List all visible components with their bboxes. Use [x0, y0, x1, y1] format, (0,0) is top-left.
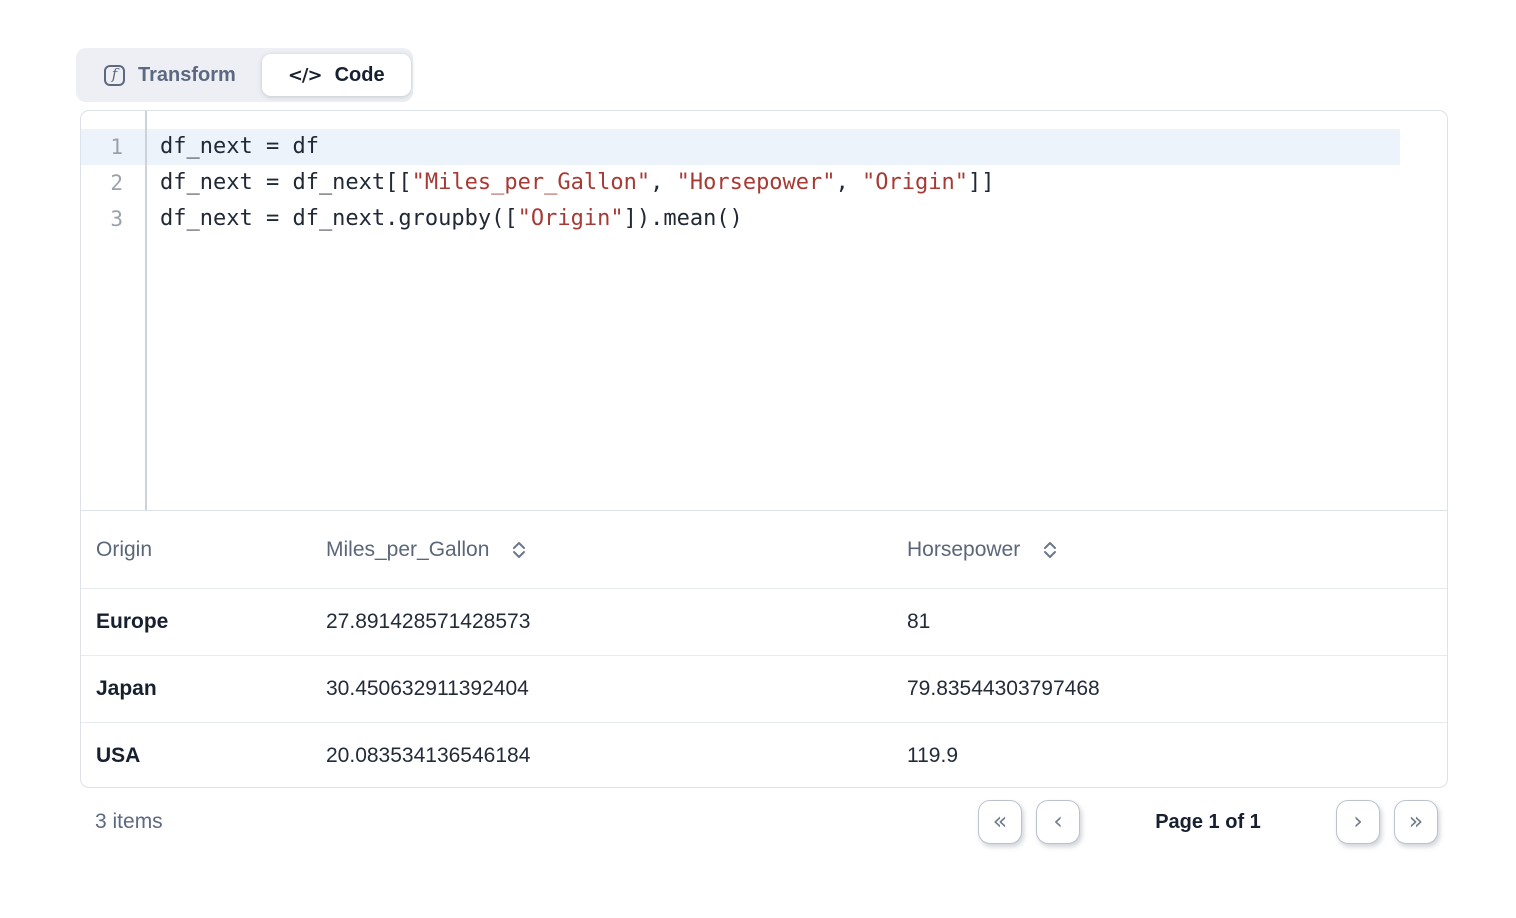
code-line[interactable]: 3df_next = df_next.groupby(["Origin"]).m…	[81, 201, 1447, 237]
chevron-left-icon: ‹	[1053, 809, 1063, 833]
line-number: 1	[81, 129, 145, 165]
function-icon: f	[104, 65, 125, 86]
value-cell: 81	[907, 610, 1447, 634]
sort-icon[interactable]	[1042, 541, 1058, 559]
column-header-origin[interactable]: Origin	[81, 538, 326, 562]
sort-icon[interactable]	[511, 541, 527, 559]
prev-page-button[interactable]: ‹	[1036, 800, 1080, 844]
value-cell: 27.891428571428573	[326, 610, 907, 634]
code-line[interactable]: 2df_next = df_next[["Miles_per_Gallon", …	[81, 165, 1447, 201]
double-chevron-right-icon: »	[1409, 809, 1424, 833]
row-index-cell: Japan	[81, 677, 326, 701]
pagination: « ‹ Page 1 of 1 › »	[978, 800, 1438, 844]
tab-transform-label: Transform	[138, 64, 236, 87]
line-number: 2	[81, 165, 145, 201]
value-cell: 79.83544303797468	[907, 677, 1447, 701]
column-header-miles-per-gallon[interactable]: Miles_per_Gallon	[326, 538, 907, 562]
page-indicator: Page 1 of 1	[1094, 811, 1322, 834]
column-header-label: Horsepower	[907, 538, 1020, 562]
table-footer: 3 items « ‹ Page 1 of 1 › »	[80, 800, 1448, 844]
column-header-horsepower[interactable]: Horsepower	[907, 538, 1447, 562]
view-mode-tabbar: f Transform </> Code	[76, 48, 413, 102]
code-text: df_next = df_next.groupby(["Origin"]).me…	[145, 201, 743, 237]
table-row[interactable]: Japan30.45063291139240479.83544303797468	[81, 655, 1447, 722]
chevron-right-icon: ›	[1353, 809, 1363, 833]
line-number: 3	[81, 201, 145, 237]
tab-code-label: Code	[335, 64, 385, 87]
transform-panel: 1df_next = df2df_next = df_next[["Miles_…	[80, 110, 1448, 788]
row-index-cell: Europe	[81, 610, 326, 634]
code-line[interactable]: 1df_next = df	[81, 129, 1400, 165]
value-cell: 119.9	[907, 744, 1447, 768]
code-text: df_next = df	[145, 129, 319, 165]
column-header-label: Origin	[96, 538, 152, 562]
column-header-label: Miles_per_Gallon	[326, 538, 489, 562]
table-header-row: Origin Miles_per_Gallon Horsepower	[81, 511, 1447, 588]
last-page-button[interactable]: »	[1394, 800, 1438, 844]
tab-code[interactable]: </> Code	[262, 54, 411, 96]
code-text: df_next = df_next[["Miles_per_Gallon", "…	[145, 165, 995, 201]
value-cell: 30.450632911392404	[326, 677, 907, 701]
code-icon: </>	[288, 65, 322, 86]
items-count: 3 items	[95, 810, 163, 834]
first-page-button[interactable]: «	[978, 800, 1022, 844]
value-cell: 20.083534136546184	[326, 744, 907, 768]
table-row[interactable]: USA20.083534136546184119.9	[81, 722, 1447, 788]
code-lines: 1df_next = df2df_next = df_next[["Miles_…	[81, 129, 1447, 237]
table-body: Europe27.89142857142857381Japan30.450632…	[81, 588, 1447, 788]
double-chevron-left-icon: «	[993, 809, 1008, 833]
code-editor[interactable]: 1df_next = df2df_next = df_next[["Miles_…	[81, 111, 1447, 511]
table-row[interactable]: Europe27.89142857142857381	[81, 588, 1447, 655]
row-index-cell: USA	[81, 744, 326, 768]
tab-transform[interactable]: f Transform	[78, 54, 262, 96]
next-page-button[interactable]: ›	[1336, 800, 1380, 844]
